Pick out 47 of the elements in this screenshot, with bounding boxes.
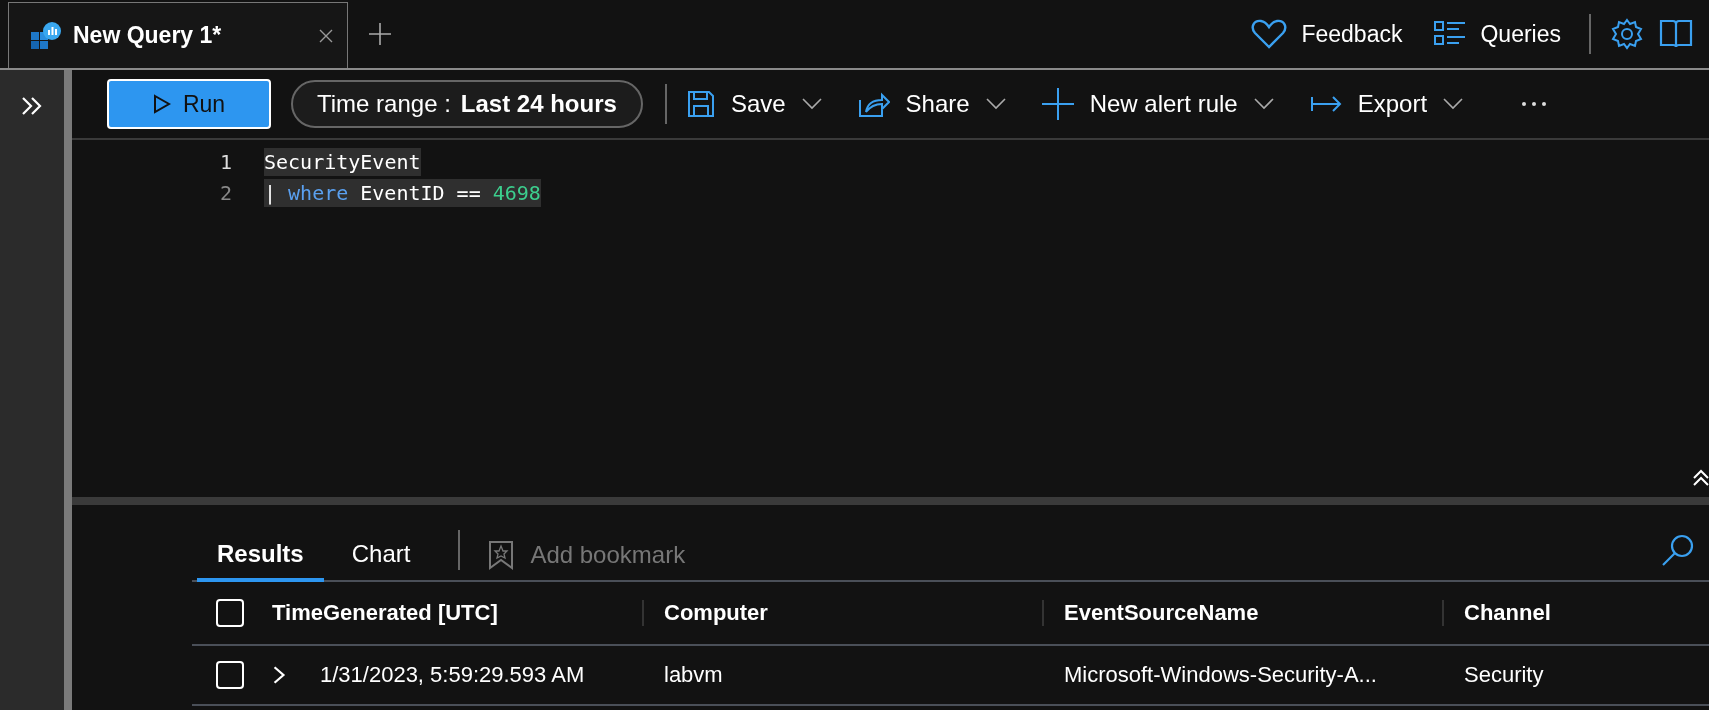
time-range-button[interactable]: Time range : Last 24 hours: [291, 80, 643, 128]
new-tab-icon[interactable]: [368, 22, 392, 46]
result-tab[interactable]: Chart: [331, 540, 431, 582]
column-header[interactable]: EventSourceName: [1064, 600, 1259, 625]
expand-icon[interactable]: [21, 96, 43, 116]
toolbar-button[interactable]: Share: [857, 90, 1012, 118]
tab-title: New Query 1*: [73, 22, 223, 49]
book-icon[interactable]: [1659, 18, 1693, 50]
column-header[interactable]: Computer: [664, 600, 768, 625]
header-button[interactable]: Feedback: [1251, 19, 1403, 49]
save-icon: [686, 90, 715, 118]
splitter-handle[interactable]: [72, 497, 1709, 505]
export-icon: [1309, 94, 1342, 114]
chevron-down-icon: [1443, 98, 1464, 110]
table-cell: Microsoft-Windows-Security-A...: [1064, 662, 1377, 687]
heart-icon: [1251, 19, 1288, 49]
expand-row-icon[interactable]: [272, 665, 286, 685]
toolbar-button[interactable]: New alert rule: [1041, 88, 1280, 120]
line-number: 2: [218, 180, 232, 205]
header-button[interactable]: Queries: [1434, 20, 1561, 48]
chevron-down-icon: [985, 98, 1006, 110]
result-tab[interactable]: Results: [197, 540, 324, 582]
table-cell: labvm: [664, 662, 723, 687]
bookmark-icon: [488, 540, 515, 570]
line-number: 1: [218, 149, 232, 174]
column-header[interactable]: TimeGenerated [UTC]: [272, 600, 498, 625]
search-icon[interactable]: [1661, 532, 1695, 567]
settings-icon[interactable]: [1611, 18, 1643, 50]
chevron-down-icon: [1253, 98, 1274, 110]
column-header[interactable]: Channel: [1464, 600, 1551, 625]
collapse-icon[interactable]: [1693, 469, 1709, 487]
row-checkbox[interactable]: [216, 661, 244, 689]
logo-icon: [31, 21, 61, 50]
close-icon[interactable]: [319, 28, 333, 43]
chevron-down-icon: [801, 98, 822, 110]
query-tab[interactable]: New Query 1*: [8, 2, 348, 68]
share-icon: [857, 90, 890, 118]
toolbar-button[interactable]: Export: [1309, 90, 1470, 118]
play-icon: [152, 94, 171, 114]
table-cell: Security: [1464, 662, 1544, 687]
more-icon[interactable]: [1521, 101, 1548, 107]
select-all-checkbox[interactable]: [216, 599, 244, 627]
plus-icon: [1041, 88, 1074, 120]
list-icon: [1434, 20, 1467, 48]
toolbar-button[interactable]: Save: [686, 90, 828, 118]
table-cell: 1/31/2023, 5:59:29.593 AM: [320, 662, 585, 687]
run-button[interactable]: Run: [107, 79, 271, 129]
